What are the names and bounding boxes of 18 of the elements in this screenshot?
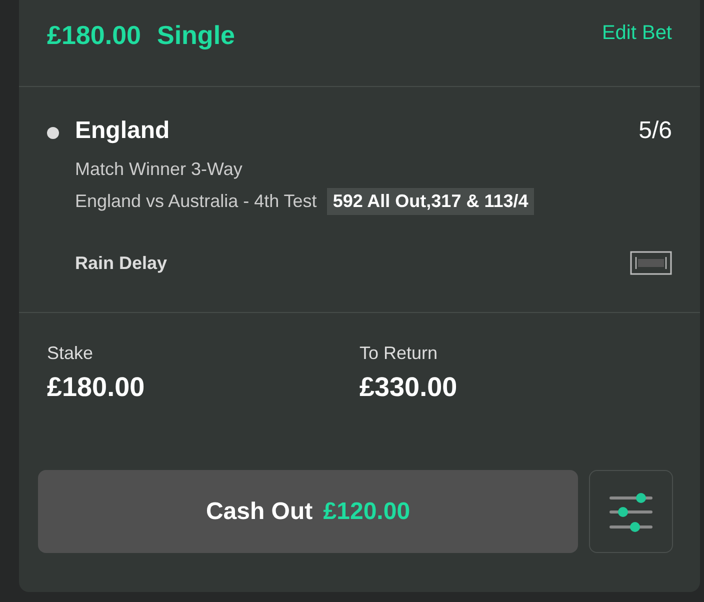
bet-amount: £180.00 [47, 20, 141, 51]
pitch-icon [630, 251, 672, 275]
odds: 5/6 [638, 117, 672, 145]
summary-value: £330.00 [360, 372, 458, 403]
bet-type: Single [156, 20, 235, 51]
score-badge: 592 All Out,317 & 113/4 [326, 188, 534, 215]
sliders-icon [609, 492, 653, 532]
settings-button[interactable] [589, 470, 673, 553]
match-status: Rain Delay [75, 252, 168, 274]
bullet-icon [47, 127, 59, 139]
market-name: Match Winner 3-Way [75, 159, 244, 180]
summary-label: To Return [360, 343, 439, 364]
selection-name: England [75, 117, 171, 145]
edit-bet-link[interactable]: Edit Bet [602, 22, 672, 45]
cash-out-button[interactable]: Cash Out £120.00 [38, 470, 578, 553]
summary-value: £180.00 [47, 372, 146, 403]
event-name: England vs Australia - 4th Test [75, 191, 317, 212]
summary-label: Stake [47, 343, 94, 364]
